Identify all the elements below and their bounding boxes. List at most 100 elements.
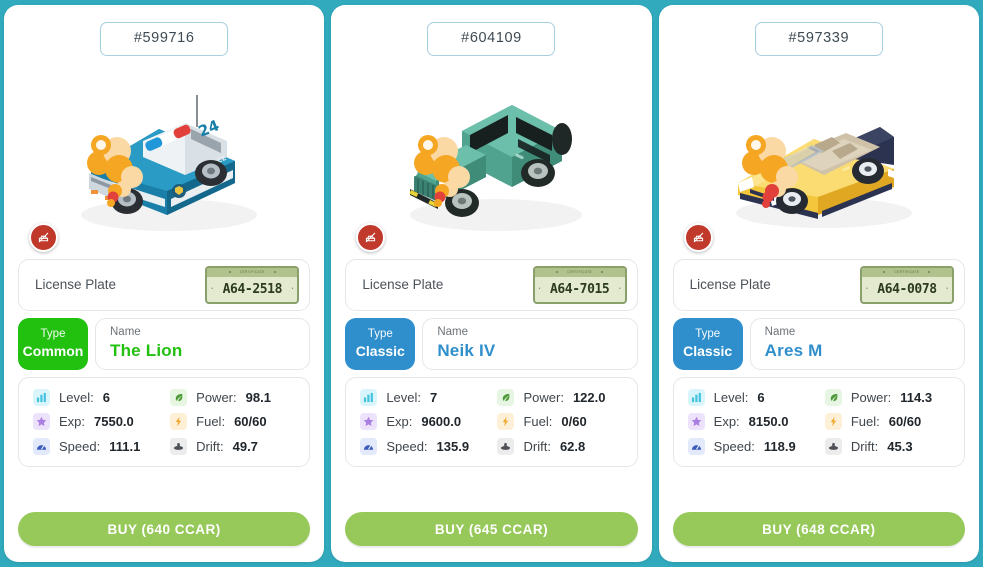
type-name-row: Type Common Name The Lion — [18, 317, 311, 370]
name-label: Name — [110, 325, 141, 338]
car-id-chip[interactable]: #604109 — [427, 22, 556, 56]
speed-label: Speed: — [59, 438, 101, 454]
license-plate-number: A64-0078 — [877, 281, 937, 297]
plate-header-text: CERTIFICATE — [567, 269, 593, 275]
type-badge[interactable]: Type Common — [18, 317, 88, 370]
license-plate-number: A64-7015 — [549, 281, 610, 297]
car-id-chip[interactable]: #597339 — [754, 22, 883, 56]
fuel-label: Fuel: — [850, 414, 880, 430]
exp-label: Exp: — [386, 414, 413, 430]
police-pickup-car-icon: 24 POLICE POLICE — [81, 95, 258, 231]
fuel-icon — [824, 413, 842, 431]
plate-header-text: CERTIFICATE — [239, 269, 265, 275]
power-icon — [497, 388, 515, 406]
stat-power: Power: 114.3 — [824, 388, 958, 407]
level-icon — [687, 388, 705, 406]
plate-top-bar: CERTIFICATE — [861, 267, 952, 277]
license-plate-label: License Plate — [362, 277, 444, 292]
type-name-row: Type Classic Name Ares M — [672, 317, 965, 370]
stat-level: Level: 6 — [33, 388, 166, 407]
power-value: 114.3 — [900, 389, 933, 405]
name-panel: Name Neik IV — [422, 317, 638, 370]
stats-panel: Level: 6 Power: 114.3 Exp: 8150.0 Fuel: … — [672, 376, 965, 468]
type-value: Classic — [355, 342, 405, 359]
exp-icon — [687, 413, 705, 431]
speed-label: Speed: — [713, 438, 755, 454]
speed-icon — [687, 437, 705, 455]
speed-icon — [33, 437, 50, 455]
exp-label: Exp: — [713, 414, 740, 430]
car-slash-icon — [38, 232, 49, 242]
level-label: Level: — [386, 389, 422, 405]
yellow-convertible-car-icon — [735, 127, 912, 228]
exp-icon — [33, 413, 50, 431]
license-plate-panel: License Plate CERTIFICATE • A64-0078 • — [672, 258, 965, 311]
buy-button[interactable]: BUY (640 CCAR) — [18, 512, 311, 546]
speed-value: 135.9 — [436, 438, 470, 454]
no-photo-badge[interactable] — [29, 222, 58, 252]
stats-panel: Level: 7 Power: 122.0 Exp: 9600.0 Fuel: … — [345, 376, 638, 468]
name-label: Name — [437, 325, 469, 338]
stat-drift: Drift: 49.7 — [170, 437, 303, 456]
plate-header-text: CERTIFICATE — [894, 269, 920, 275]
power-icon — [824, 388, 842, 406]
stat-level: Level: 7 — [360, 388, 493, 407]
buy-area: BUY (645 CCAR) — [331, 512, 651, 562]
power-label: Power: — [523, 389, 564, 405]
license-plate-graphic: CERTIFICATE • A64-2518 • — [205, 265, 300, 304]
type-badge[interactable]: Type Classic — [345, 317, 416, 370]
exp-icon — [360, 413, 378, 431]
fuel-value: 60/60 — [234, 414, 267, 430]
license-plate-number: A64-2518 — [222, 281, 283, 297]
car-image-area: 24 POLICE POLICE — [4, 58, 324, 253]
car-id-chip[interactable]: #599716 — [100, 22, 229, 56]
buy-button[interactable]: BUY (648 CCAR) — [672, 512, 965, 546]
drift-icon — [170, 437, 188, 455]
drift-label: Drift: — [523, 438, 551, 454]
exp-value: 9600.0 — [421, 414, 462, 430]
stat-exp: Exp: 8150.0 — [687, 413, 821, 431]
speed-icon — [360, 437, 378, 455]
drift-value: 62.8 — [559, 438, 586, 454]
type-label: Type — [40, 327, 66, 340]
type-label: Type — [695, 327, 721, 340]
license-plate-panel: License Plate CERTIFICATE • A64-2518 • — [18, 258, 311, 311]
level-value: 7 — [430, 389, 438, 405]
stat-speed: Speed: 135.9 — [360, 437, 493, 456]
stat-power: Power: 98.1 — [170, 388, 303, 407]
car-card[interactable]: #599716 24 License Plate CERTIFICATE • A… — [4, 5, 325, 562]
level-label: Level: — [59, 389, 94, 405]
card-id-row: #604109 — [331, 5, 651, 56]
stat-fuel: Fuel: 60/60 — [170, 413, 303, 431]
level-icon — [33, 388, 50, 406]
fuel-value: 60/60 — [888, 414, 922, 430]
level-value: 6 — [102, 389, 110, 405]
drift-icon — [497, 437, 515, 455]
license-plate-graphic: CERTIFICATE • A64-7015 • — [532, 265, 627, 304]
fuel-label: Fuel: — [196, 414, 226, 430]
type-badge[interactable]: Type Classic — [672, 317, 743, 370]
name-label: Name — [764, 325, 796, 338]
level-value: 6 — [757, 389, 765, 405]
stat-fuel: Fuel: 0/60 — [497, 413, 630, 431]
drift-icon — [824, 437, 842, 455]
stat-exp: Exp: 7550.0 — [33, 413, 166, 431]
type-value: Classic — [683, 342, 733, 359]
card-id-row: #597339 — [659, 5, 979, 56]
type-label: Type — [367, 327, 393, 340]
type-value: Common — [22, 342, 84, 359]
buy-button[interactable]: BUY (645 CCAR) — [345, 512, 638, 546]
power-label: Power: — [196, 389, 237, 405]
stat-exp: Exp: 9600.0 — [360, 413, 493, 431]
green-suv-car-icon — [408, 105, 583, 231]
car-card[interactable]: #604109 License Plate CERTIFICATE • A64-… — [331, 5, 652, 562]
stat-power: Power: 122.0 — [497, 388, 630, 407]
car-card[interactable]: #597339 License Plate CERTIFICATE • A64-… — [658, 5, 979, 562]
car-name: The Lion — [110, 341, 183, 361]
no-photo-badge[interactable] — [356, 222, 386, 252]
no-photo-badge[interactable] — [683, 222, 713, 252]
car-slash-icon — [693, 232, 704, 242]
license-plate-panel: License Plate CERTIFICATE • A64-7015 • — [345, 258, 638, 311]
exp-value: 7550.0 — [94, 414, 134, 430]
stat-drift: Drift: 45.3 — [824, 437, 958, 456]
